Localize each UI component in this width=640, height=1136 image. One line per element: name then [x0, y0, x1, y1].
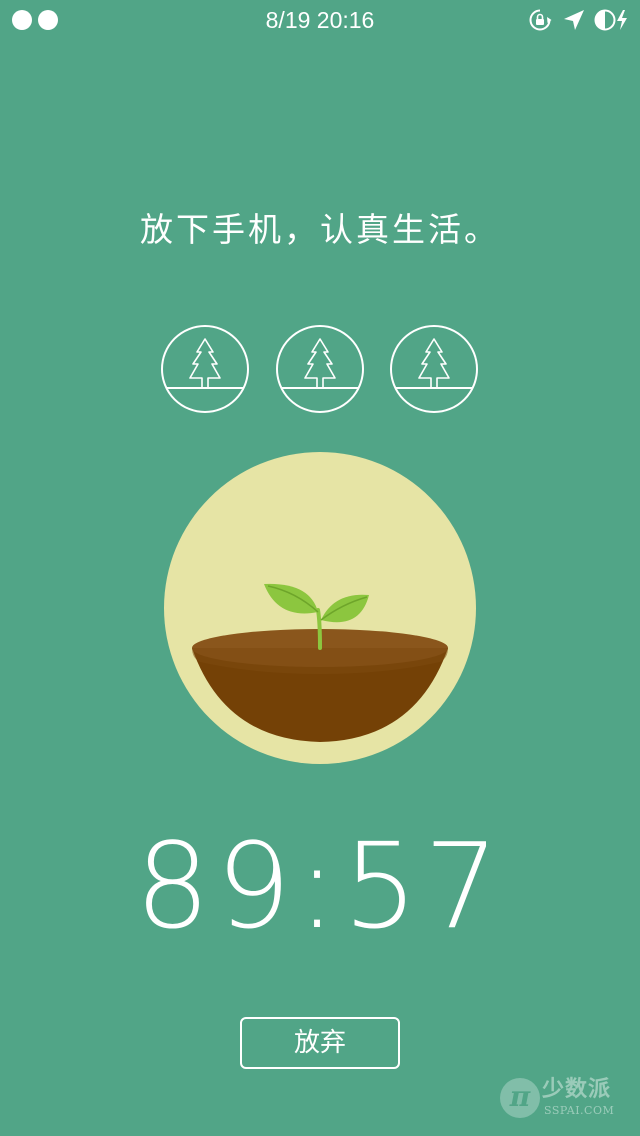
- battery-charging-icon: [594, 9, 627, 31]
- countdown-timer: 89:57: [0, 824, 640, 948]
- tree-badge-2: [276, 325, 364, 413]
- timer-seconds: 57: [342, 817, 506, 955]
- watermark-name: 少数派: [542, 1077, 612, 1102]
- tree-badge-3: [390, 325, 478, 413]
- sprout-pot-illustration: [164, 452, 476, 764]
- timer-minutes: 89: [134, 817, 298, 955]
- sspai-watermark: π 少数派 SSPAI.COM: [500, 1074, 630, 1124]
- pine-tree-icon: [390, 325, 478, 413]
- status-bar: 8/19 20:16: [0, 0, 640, 40]
- timer-separator: :: [297, 817, 343, 955]
- tree-badge-1: [161, 325, 249, 413]
- rotation-lock-icon: [529, 9, 552, 31]
- location-arrow-icon: [564, 10, 584, 30]
- watermark-domain: SSPAI.COM: [544, 1104, 615, 1117]
- pine-tree-icon: [161, 325, 249, 413]
- motto-text: 放下手机，认真生活。: [140, 210, 500, 249]
- sspai-logo-glyph: π: [509, 1080, 531, 1113]
- pine-tree-icon: [276, 325, 364, 413]
- give-up-button[interactable]: 放弃: [240, 1017, 400, 1069]
- sprout-stem: [316, 608, 322, 650]
